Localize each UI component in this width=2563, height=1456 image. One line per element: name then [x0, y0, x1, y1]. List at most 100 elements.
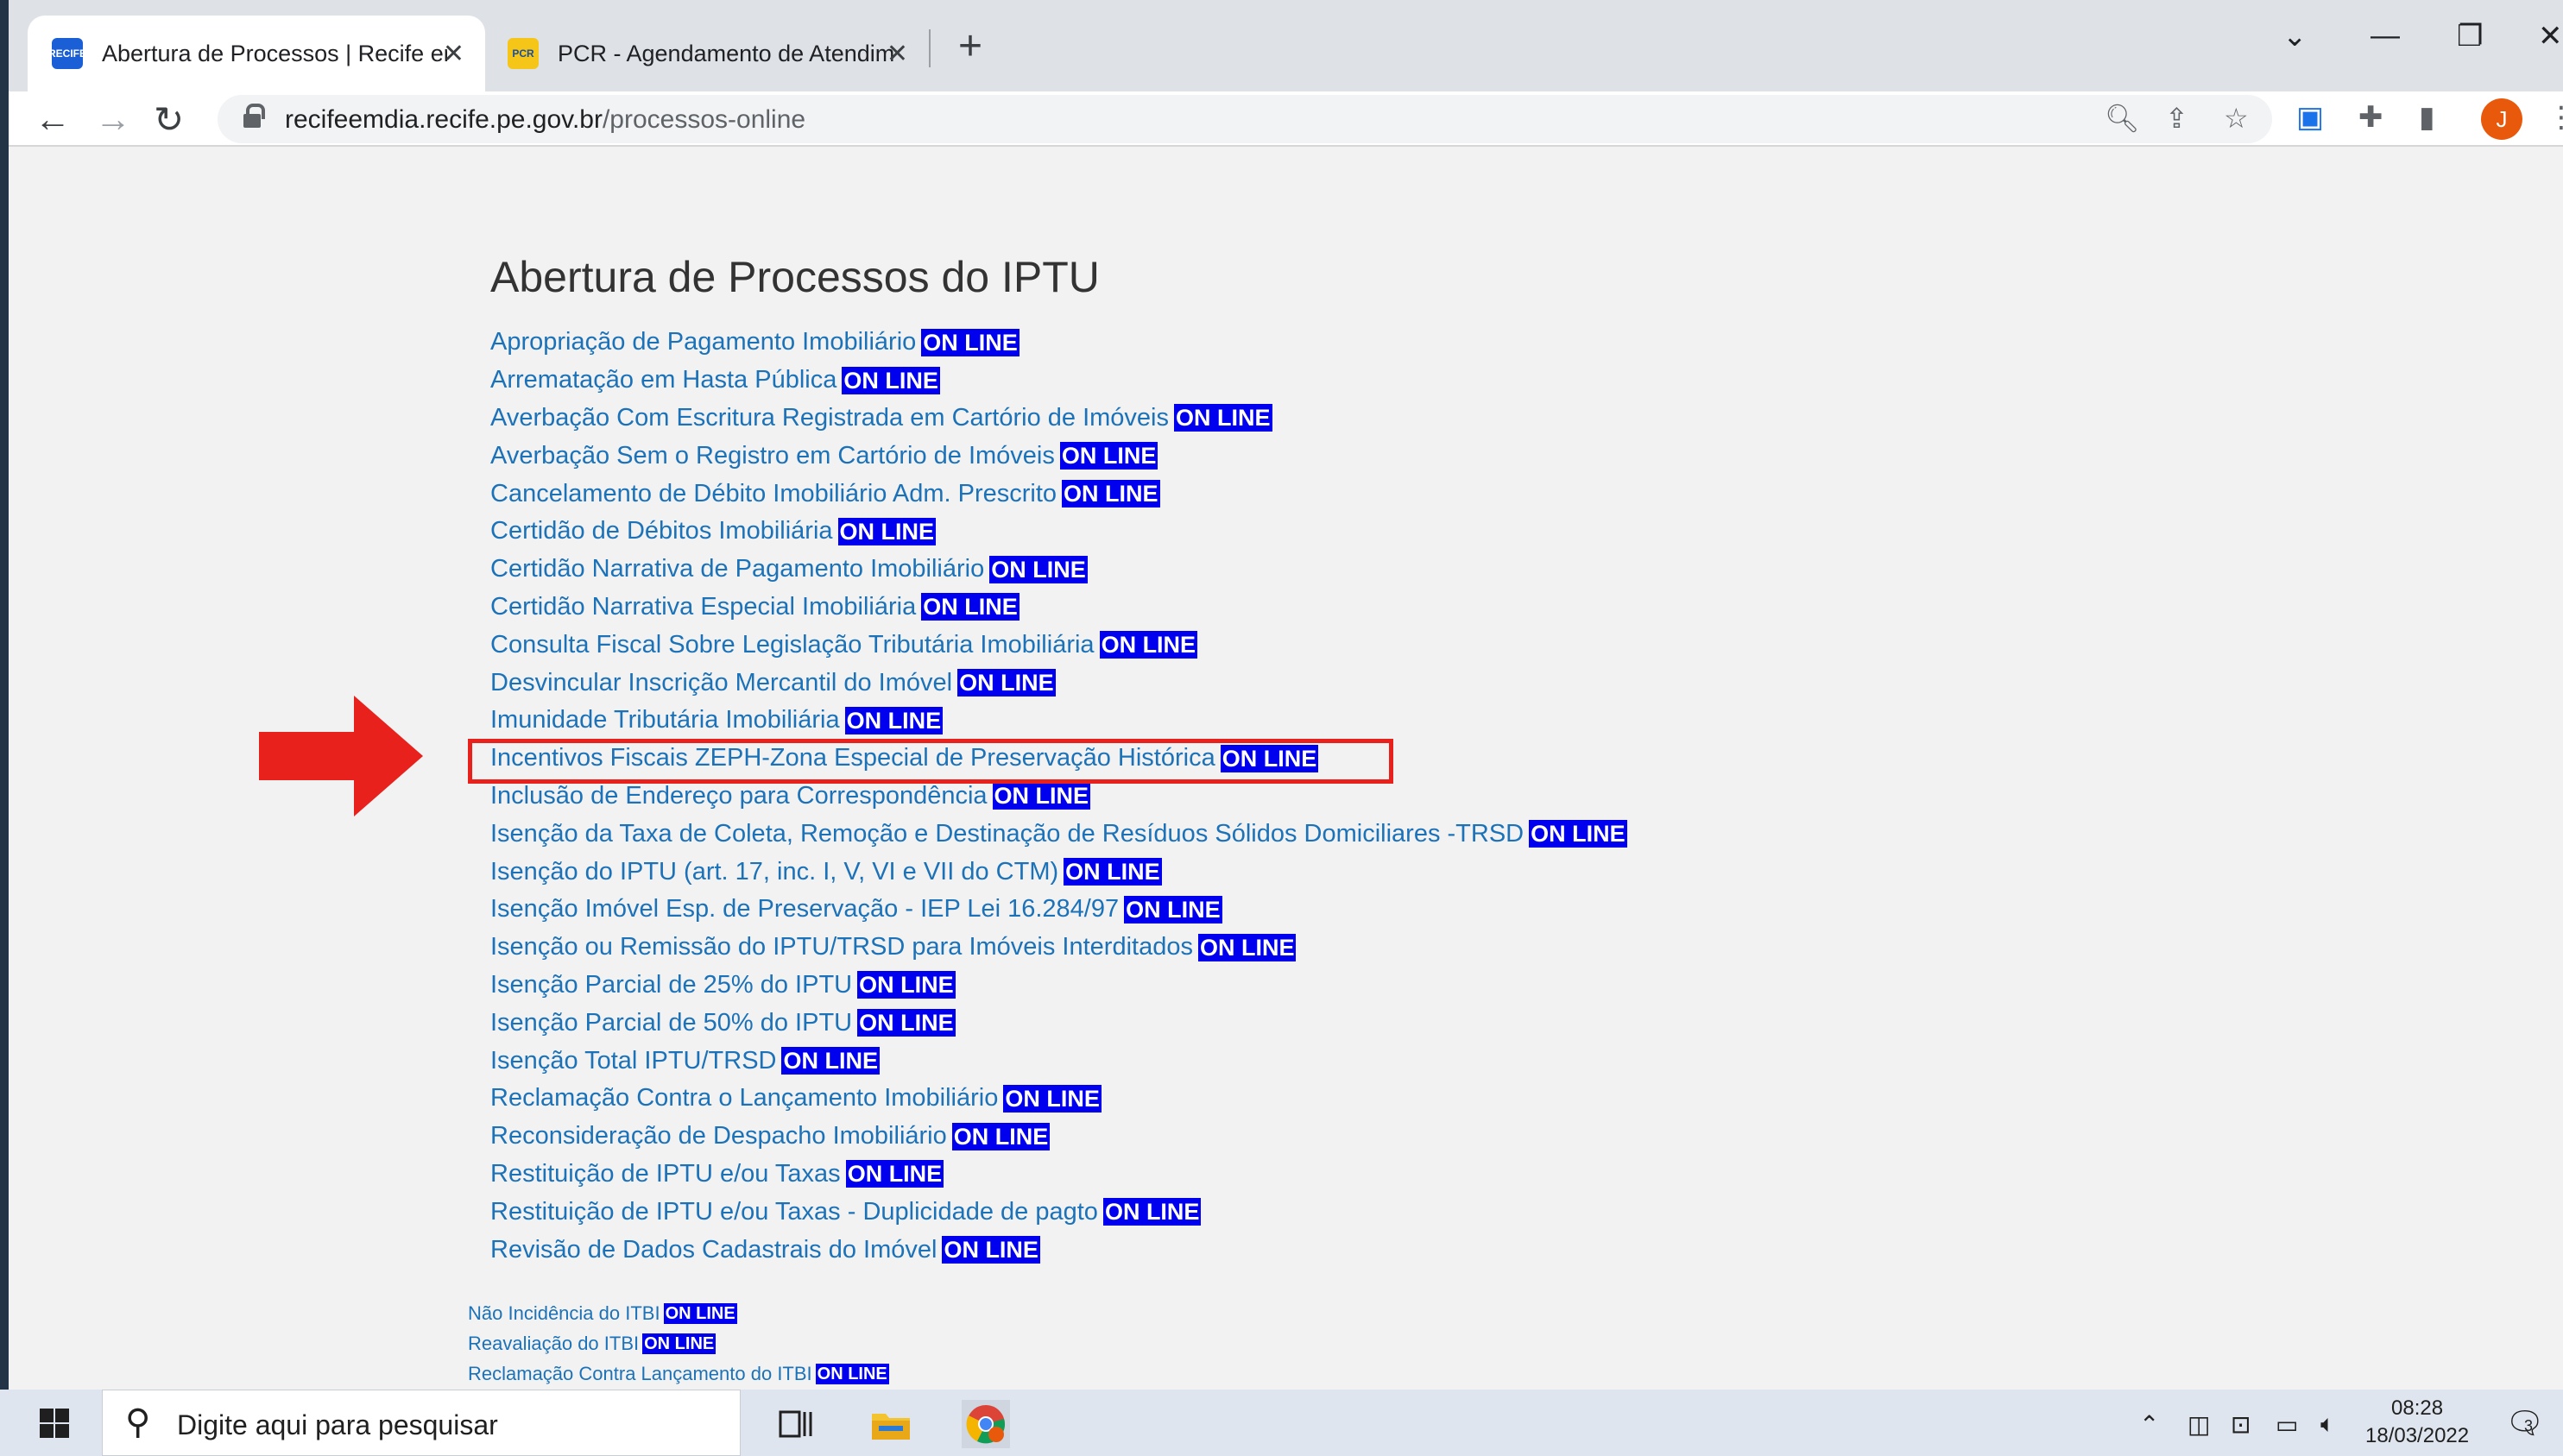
itbi-process-item: Reavaliação do ITBI ON LINE [468, 1328, 889, 1358]
online-badge[interactable]: ON LINE [842, 366, 940, 394]
iptu-process-link[interactable]: Imunidade Tributária Imobiliária [490, 706, 840, 734]
online-badge[interactable]: ON LINE [1064, 858, 1162, 886]
iptu-process-link[interactable]: Isenção Parcial de 25% do IPTU [490, 971, 852, 999]
iptu-process-item: Restituição de IPTU e/ou Taxas - Duplici… [490, 1193, 1627, 1231]
itbi-process-item: Não Incidência do ITBI ON LINE [468, 1298, 889, 1328]
iptu-process-link[interactable]: Isenção Parcial de 50% do IPTU [490, 1009, 852, 1037]
online-badge[interactable]: ON LINE [815, 1363, 889, 1384]
share-icon[interactable]: ⇪ [2165, 102, 2188, 135]
menu-kebab-icon[interactable]: ⋮ [2547, 100, 2563, 135]
system-tray-app-icon[interactable]: ⊡ [2231, 1410, 2251, 1439]
online-badge[interactable]: ON LINE [1174, 404, 1272, 432]
online-badge[interactable]: ON LINE [951, 1122, 1051, 1150]
iptu-process-link[interactable]: Apropriação de Pagamento Imobiliário [490, 328, 916, 356]
iptu-process-link[interactable]: Reconsideração de Despacho Imobiliário [490, 1122, 947, 1150]
address-bar[interactable]: recifeemdia.recife.pe.gov.br/processos-o… [218, 95, 2272, 143]
online-badge[interactable]: ON LINE [942, 1236, 1040, 1264]
windows-start-icon[interactable] [40, 1409, 69, 1438]
side-panel-icon[interactable]: ▮ [2419, 100, 2435, 135]
online-badge[interactable]: ON LINE [1197, 933, 1297, 961]
profile-avatar[interactable]: J [2481, 98, 2522, 140]
online-badge[interactable]: ON LINE [1529, 820, 1627, 848]
iptu-process-link[interactable]: Averbação Sem o Registro em Cartório de … [490, 442, 1055, 470]
online-badge[interactable]: ON LINE [845, 1160, 944, 1188]
close-tab-icon[interactable]: ✕ [443, 39, 464, 69]
itbi-process-link[interactable]: Não Incidência do ITBI [468, 1302, 660, 1325]
meet-now-icon[interactable]: ◫ [2187, 1410, 2210, 1439]
iptu-process-link[interactable]: Revisão de Dados Cadastrais do Imóvel [490, 1236, 937, 1264]
online-badge[interactable]: ON LINE [837, 517, 937, 545]
battery-icon[interactable]: ▭ [2276, 1410, 2298, 1439]
extensions-puzzle-icon[interactable]: ✚ [2358, 100, 2383, 135]
iptu-process-link[interactable]: Certidão Narrativa Especial Imobiliária [490, 593, 916, 621]
online-badge[interactable]: ON LINE [663, 1302, 737, 1324]
tab-pcr-agendamento[interactable]: PCR PCR - Agendamento de Atendim ✕ [497, 16, 929, 91]
minimize-icon[interactable]: — [2370, 19, 2400, 53]
online-badge[interactable]: ON LINE [857, 1009, 956, 1037]
iptu-process-link[interactable]: Desvincular Inscrição Mercantil do Imóve… [490, 669, 952, 697]
itbi-process-link[interactable]: Reavaliação do ITBI [468, 1333, 639, 1355]
online-badge[interactable]: ON LINE [1102, 1198, 1202, 1226]
online-badge[interactable]: ON LINE [1099, 631, 1198, 659]
iptu-process-link[interactable]: Reclamação Contra o Lançamento Imobiliár… [490, 1084, 998, 1112]
forward-icon[interactable]: → [95, 98, 131, 140]
online-badge[interactable]: ON LINE [1124, 895, 1222, 923]
lock-icon[interactable] [243, 104, 265, 129]
tray-chevron-up-icon[interactable]: ⌃ [2139, 1410, 2159, 1439]
screen-capture-extension-icon[interactable]: ▣ [2296, 100, 2324, 135]
iptu-process-link[interactable]: Certidão de Débitos Imobiliária [490, 517, 833, 545]
online-badge[interactable]: ON LINE [992, 782, 1091, 810]
iptu-process-item: Certidão Narrativa Especial Imobiliária O… [490, 589, 1627, 627]
browser-toolbar: ← → ↻ recifeemdia.recife.pe.gov.br/proce… [9, 91, 2563, 147]
search-icon: ⚲ [125, 1403, 151, 1441]
iptu-process-link[interactable]: Consulta Fiscal Sobre Legislação Tributá… [490, 631, 1095, 659]
online-badge[interactable]: ON LINE [844, 706, 944, 734]
tab-strip: RECIFE Abertura de Processos | Recife em… [9, 0, 2563, 91]
itbi-process-link[interactable]: Reclamação Contra Lançamento do ITBI [468, 1363, 812, 1385]
iptu-process-item: Reclamação Contra o Lançamento Imobiliár… [490, 1080, 1627, 1118]
iptu-process-link[interactable]: Isenção Imóvel Esp. de Preservação - IEP… [490, 895, 1119, 923]
iptu-process-link[interactable]: Isenção Total IPTU/TRSD [490, 1047, 776, 1075]
new-tab-icon[interactable]: + [958, 22, 982, 70]
iptu-process-link[interactable]: Restituição de IPTU e/ou Taxas [490, 1160, 841, 1188]
notification-center-icon[interactable]: 🗨︎ 3 [2505, 1405, 2545, 1441]
file-explorer-icon[interactable] [867, 1400, 915, 1448]
close-window-icon[interactable]: ✕ [2538, 19, 2563, 54]
online-badge[interactable]: ON LINE [781, 1047, 880, 1075]
clock-time: 08:28 [2391, 1396, 2444, 1420]
online-badge[interactable]: ON LINE [957, 669, 1056, 697]
back-icon[interactable]: ← [35, 98, 71, 140]
iptu-process-link[interactable]: Isenção da Taxa de Coleta, Remoção e Des… [490, 820, 1524, 848]
online-badge[interactable]: ON LINE [1059, 442, 1158, 470]
red-arrow-icon [259, 696, 423, 816]
online-badge[interactable]: ON LINE [1003, 1084, 1102, 1112]
online-badge[interactable]: ON LINE [921, 593, 1020, 621]
tab-abertura-processos[interactable]: RECIFE Abertura de Processos | Recife em… [28, 16, 485, 91]
restore-icon[interactable]: ❐ [2457, 19, 2483, 54]
iptu-process-link[interactable]: Isenção ou Remissão do IPTU/TRSD para Im… [490, 933, 1193, 961]
zoom-icon[interactable]: 🔍︎ [2105, 102, 2140, 135]
iptu-process-link[interactable]: Isenção do IPTU (art. 17, inc. I, V, VI … [490, 858, 1058, 886]
chrome-taskbar-icon[interactable] [962, 1400, 1010, 1448]
iptu-process-item: Isenção Parcial de 25% do IPTU ON LINE [490, 967, 1627, 1005]
iptu-process-link[interactable]: Cancelamento de Débito Imobiliário Adm. … [490, 480, 1057, 508]
iptu-process-link[interactable]: Inclusão de Endereço para Correspondênci… [490, 782, 988, 810]
iptu-process-link[interactable]: Arrematação em Hasta Pública [490, 366, 836, 394]
taskbar-search-box[interactable]: ⚲ Digite aqui para pesquisar [102, 1390, 741, 1456]
online-badge[interactable]: ON LINE [1062, 480, 1160, 508]
tab-separator [929, 29, 931, 67]
online-badge[interactable]: ON LINE [989, 555, 1088, 583]
online-badge[interactable]: ON LINE [921, 328, 1020, 356]
task-view-icon[interactable] [772, 1400, 820, 1448]
volume-icon[interactable]: 🔈︎ [2320, 1410, 2335, 1439]
reload-icon[interactable]: ↻ [154, 98, 184, 141]
taskbar-clock[interactable]: 08:28 18/03/2022 [2365, 1395, 2469, 1450]
online-badge[interactable]: ON LINE [642, 1333, 717, 1354]
iptu-process-link[interactable]: Certidão Narrativa de Pagamento Imobiliá… [490, 555, 984, 583]
iptu-process-link[interactable]: Restituição de IPTU e/ou Taxas - Duplici… [490, 1198, 1098, 1226]
close-tab-icon[interactable]: ✕ [887, 39, 908, 69]
bookmark-star-icon[interactable]: ☆ [2224, 102, 2249, 135]
online-badge[interactable]: ON LINE [857, 971, 956, 999]
iptu-process-link[interactable]: Averbação Com Escritura Registrada em Ca… [490, 404, 1169, 432]
tab-search-chevron-icon[interactable]: ⌄ [2282, 19, 2307, 54]
